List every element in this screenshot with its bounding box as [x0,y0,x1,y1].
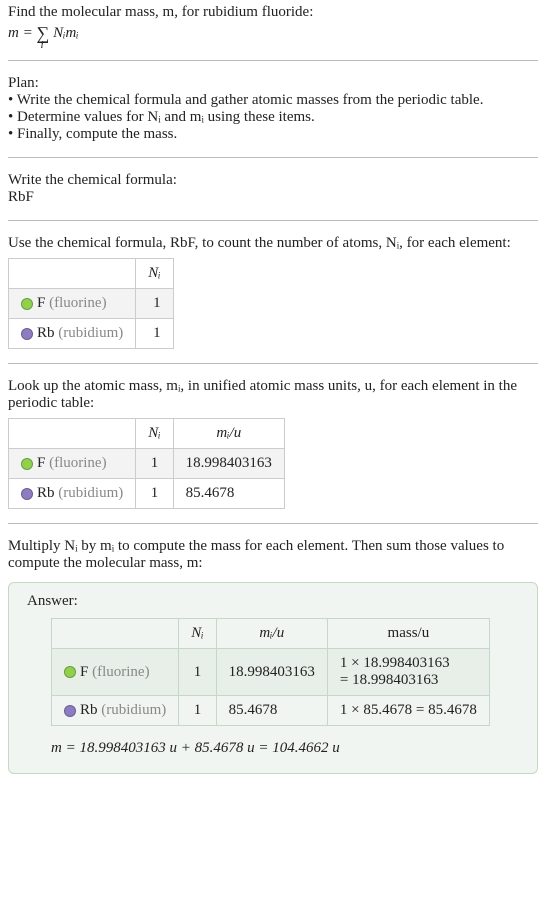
ni-cell: 1 [179,649,216,696]
intro-prompt-text: Find the molecular mass, m, for rubidium… [8,4,313,20]
ni-cell: 1 [136,289,173,319]
table-header-row: Nᵢ [9,259,174,289]
answer-label: Answer: [27,593,519,610]
element-symbol: F [37,455,45,471]
formula-m-equals: m = [8,25,36,41]
mi-header-text: mᵢ/u [259,625,284,641]
answer-table: Nᵢ mᵢ/u mass/u F (fluorine) 1 18.9984031… [51,618,490,726]
element-symbol: Rb [80,702,98,718]
element-cell: Rb (rubidium) [9,479,136,509]
sigma-sub: i [40,39,43,51]
atomic-mass-section: Look up the atomic mass, mᵢ, in unified … [8,378,538,524]
rubidium-dot-icon [21,328,33,340]
ni-cell: 1 [136,479,173,509]
compute-heading: Multiply Nᵢ by mᵢ to compute the mass fo… [8,538,538,572]
table-header-row: Nᵢ mᵢ/u mass/u [52,619,490,649]
ni-cell: 1 [179,696,216,726]
formula-nimi: Nᵢmᵢ [49,25,78,41]
element-name: (fluorine) [49,455,106,471]
table-row: Rb (rubidium) 1 [9,319,174,349]
mi-header-text: mᵢ/u [216,425,241,441]
plan-step-2: • Determine values for Nᵢ and mᵢ using t… [8,109,538,126]
atomic-mass-heading: Look up the atomic mass, mᵢ, in unified … [8,378,538,412]
element-cell: F (fluorine) [52,649,179,696]
mi-header: mᵢ/u [216,619,327,649]
rubidium-dot-icon [21,488,33,500]
count-atoms-section: Use the chemical formula, RbF, to count … [8,235,538,364]
sigma-stack: ∑i [36,23,49,44]
table-row: F (fluorine) 1 18.998403163 1 × 18.99840… [52,649,490,696]
mi-cell: 85.4678 [216,696,327,726]
element-cell: F (fluorine) [9,449,136,479]
table-row: Rb (rubidium) 1 85.4678 1 × 85.4678 = 85… [52,696,490,726]
plan-section: Plan: • Write the chemical formula and g… [8,75,538,158]
rubidium-dot-icon [64,705,76,717]
mi-cell: 18.998403163 [173,449,284,479]
mi-cell: 85.4678 [173,479,284,509]
element-name: (rubidium) [101,702,166,718]
blank-header [9,419,136,449]
ni-header: Nᵢ [136,419,173,449]
fluorine-dot-icon [64,666,76,678]
ni-header: Nᵢ [136,259,173,289]
answer-box: Answer: Nᵢ mᵢ/u mass/u F (fluorine) 1 18… [8,582,538,774]
element-cell: F (fluorine) [9,289,136,319]
plan-step-1: • Write the chemical formula and gather … [8,92,538,109]
element-name: (fluorine) [49,295,106,311]
ni-cell: 1 [136,449,173,479]
count-atoms-table: Nᵢ F (fluorine) 1 Rb (rubidium) 1 [8,258,174,349]
mass-line1: 1 × 18.998403163 [340,655,450,671]
answer-result-text: m = 18.998403163 u + 85.4678 u = 104.466… [51,740,340,756]
intro-section: Find the molecular mass, m, for rubidium… [8,4,538,61]
blank-header [52,619,179,649]
mass-cell: 1 × 18.998403163= 18.998403163 [327,649,489,696]
element-cell: Rb (rubidium) [52,696,179,726]
plan-heading: Plan: [8,75,538,92]
write-formula-section: Write the chemical formula: RbF [8,172,538,221]
mass-line1: 1 × 85.4678 = 85.4678 [340,702,477,718]
element-name: (rubidium) [58,485,123,501]
element-symbol: Rb [37,485,55,501]
table-row: F (fluorine) 1 18.998403163 [9,449,285,479]
mass-line2: = 18.998403163 [340,672,438,688]
write-formula-heading: Write the chemical formula: [8,172,538,189]
mi-cell: 18.998403163 [216,649,327,696]
intro-formula: m = ∑i Nᵢmᵢ [8,23,538,44]
mi-header: mᵢ/u [173,419,284,449]
table-header-row: Nᵢ mᵢ/u [9,419,285,449]
chemical-formula: RbF [8,189,538,206]
ni-header-text: Nᵢ [148,425,160,441]
intro-prompt: Find the molecular mass, m, for rubidium… [8,4,538,21]
ni-header: Nᵢ [179,619,216,649]
compute-section: Multiply Nᵢ by mᵢ to compute the mass fo… [8,538,538,572]
mass-cell: 1 × 85.4678 = 85.4678 [327,696,489,726]
fluorine-dot-icon [21,298,33,310]
plan-step-3: • Finally, compute the mass. [8,126,538,143]
element-name: (rubidium) [58,325,123,341]
ni-header-text: Nᵢ [191,625,203,641]
mass-header-text: mass/u [388,625,430,641]
ni-cell: 1 [136,319,173,349]
element-symbol: F [37,295,45,311]
mass-header: mass/u [327,619,489,649]
element-cell: Rb (rubidium) [9,319,136,349]
blank-header [9,259,136,289]
atomic-mass-table: Nᵢ mᵢ/u F (fluorine) 1 18.998403163 Rb (… [8,418,285,509]
table-row: F (fluorine) 1 [9,289,174,319]
count-atoms-heading: Use the chemical formula, RbF, to count … [8,235,538,252]
answer-result: m = 18.998403163 u + 85.4678 u = 104.466… [51,740,519,757]
ni-header-text: Nᵢ [148,265,160,281]
fluorine-dot-icon [21,458,33,470]
element-name: (fluorine) [92,664,149,680]
table-row: Rb (rubidium) 1 85.4678 [9,479,285,509]
element-symbol: F [80,664,88,680]
element-symbol: Rb [37,325,55,341]
